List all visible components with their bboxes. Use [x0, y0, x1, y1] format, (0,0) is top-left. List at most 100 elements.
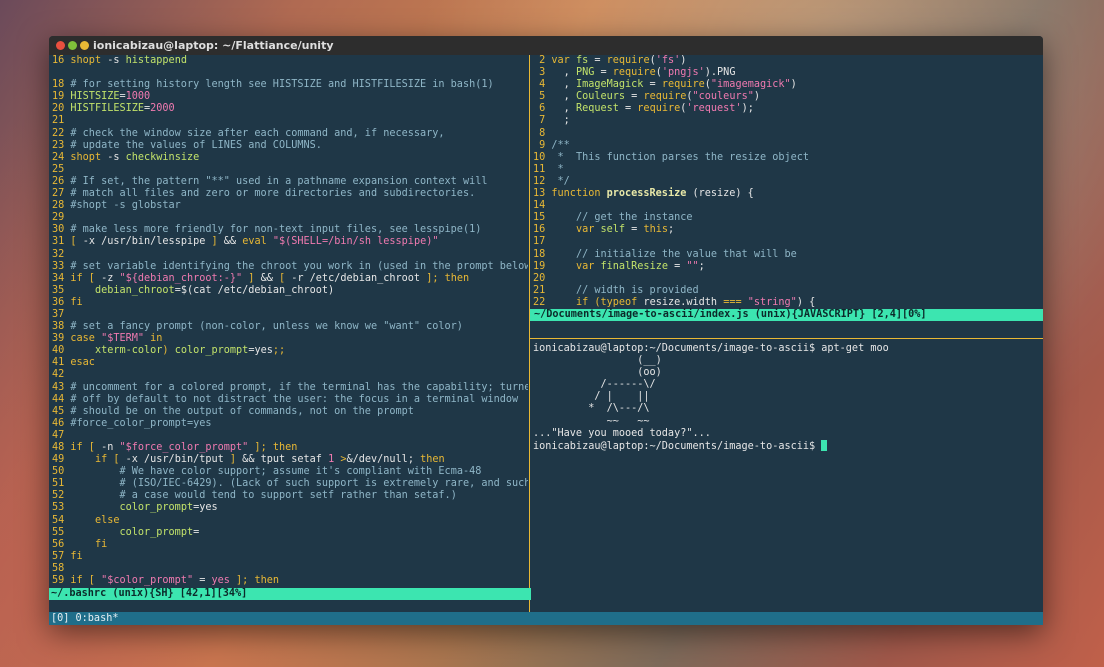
code-token: ]; then	[426, 272, 470, 284]
code-line: 43 # uncomment for a colored prompt, if …	[52, 382, 528, 394]
code-token: resize.width	[637, 296, 724, 308]
code-line: 25	[52, 164, 528, 176]
line-number: 30	[52, 224, 71, 236]
shell-output-line: ionicabizau@laptop:~/Documents/image-to-…	[533, 439, 1041, 452]
code-token: yes	[211, 575, 230, 587]
code-line: 19 var finalResize = "";	[533, 261, 1041, 273]
line-number: 18	[533, 248, 552, 260]
window-title: ionicabizau@laptop: ~/Flattiance/unity	[93, 39, 334, 52]
code-token: "couleurs"	[692, 91, 754, 103]
code-line: 2 var fs = require('fs')	[533, 55, 1041, 67]
js-editor-pane[interactable]: 2 var fs = require('fs') 3 , PNG = requi…	[533, 55, 1041, 328]
code-token: "$TERM"	[101, 333, 145, 345]
code-token: -r /etc/debian_chroot	[291, 272, 427, 284]
code-token: color_prompt	[119, 526, 194, 538]
code-token: &&	[254, 272, 279, 284]
code-token: var	[575, 260, 601, 272]
code-line: 38 # set a fancy prompt (non-color, unle…	[52, 321, 528, 333]
code-line: 13 function processResize (resize) {	[533, 188, 1041, 200]
code-token: ]; then	[248, 442, 298, 453]
code-token: Request	[575, 103, 619, 115]
code-token: # set a fancy prompt (non-color, unless …	[70, 321, 463, 333]
code-token: )	[753, 91, 760, 103]
code-line: 20	[533, 273, 1041, 285]
code-token: "${debian_chroot:-}"	[119, 272, 243, 284]
code-token: ]	[242, 272, 255, 284]
line-number: 3	[533, 67, 552, 79]
line-number: 39	[52, 333, 71, 345]
code-token: # should be on the output of commands, n…	[70, 405, 414, 417]
shell-pane[interactable]: ionicabizau@laptop:~/Documents/image-to-…	[533, 343, 1041, 463]
code-token: PNG	[575, 67, 595, 79]
shell-text: ionicabizau@laptop:~/Documents/image-to-…	[533, 343, 889, 354]
line-number: 54	[52, 514, 71, 526]
code-token: =	[625, 91, 644, 103]
minimize-icon[interactable]	[68, 41, 77, 50]
line-number: 10	[533, 151, 552, 163]
line-number: 14	[533, 200, 546, 212]
code-token: 'fs'	[655, 55, 681, 66]
code-token: xterm-color	[94, 345, 163, 357]
code-token: */	[551, 175, 570, 187]
code-line: 49 if [ -x /usr/bin/tput ] && tput setaf…	[52, 454, 528, 466]
code-line: 41 esac	[52, 357, 528, 369]
code-token: =	[193, 526, 200, 538]
line-number: 17	[533, 236, 546, 248]
code-token: case	[70, 333, 102, 345]
shell-text: ionicabizau@laptop:~/Documents/image-to-…	[533, 440, 822, 452]
line-number: 46	[52, 417, 71, 429]
code-token: 2000	[150, 103, 175, 115]
code-token: ,	[551, 67, 576, 79]
code-token: =yes	[193, 502, 218, 514]
line-number: 44	[52, 393, 71, 405]
code-token: eval	[242, 236, 267, 248]
code-line: 37	[52, 309, 528, 321]
code-token: -s	[101, 151, 126, 163]
shell-output-line: * /\---/\	[533, 403, 1041, 415]
shell-output-line: ..."Have you mooed today?"...	[533, 428, 1041, 440]
code-token: #shopt -s globstar	[70, 200, 181, 212]
code-token: processResize	[606, 188, 687, 200]
line-number: 25	[52, 163, 65, 175]
vertical-pane-separator[interactable]	[529, 55, 530, 612]
code-line: 30 # make less more friendly for non-tex…	[52, 224, 528, 236]
line-number: 2	[533, 55, 552, 66]
code-token: -s	[101, 55, 126, 66]
code-line: 21	[52, 115, 528, 127]
code-token: -x /usr/bin/lesspipe	[82, 236, 212, 248]
code-line: 4 , ImageMagick = require("imagemagick")	[533, 79, 1041, 91]
shell-text: * /\---/\	[533, 403, 650, 415]
code-line: 44 # off by default to not distract the …	[52, 394, 528, 406]
code-line: 34 if [ -z "${debian_chroot:-}" ] && [ -…	[52, 273, 528, 285]
code-token: # (ISO/IEC-6429). (Lack of such support …	[119, 478, 528, 490]
code-token: "$color_prompt"	[101, 575, 194, 587]
line-number: 22	[52, 127, 71, 139]
line-number: 58	[52, 562, 65, 574]
code-token: color_prompt	[174, 345, 249, 357]
horizontal-pane-separator[interactable]	[530, 338, 1043, 339]
line-number: 50	[52, 466, 71, 478]
code-token: color_prompt	[119, 502, 194, 514]
code-token: -x /usr/bin/tput	[125, 454, 230, 466]
shell-output-line: ~~ ~~	[533, 416, 1041, 428]
bashrc-editor-pane[interactable]: 16 shopt -s histappend 18 # for setting h…	[52, 55, 528, 588]
code-line: 7 ;	[533, 115, 1041, 127]
code-token: if [	[70, 575, 102, 587]
code-token: && tput setaf	[236, 454, 329, 466]
code-line: 23 # update the values of LINES and COLU…	[52, 140, 528, 152]
code-line: 6 , Request = require('request');	[533, 103, 1041, 115]
line-number: 37	[52, 308, 65, 320]
title-bar[interactable]: ionicabizau@laptop: ~/Flattiance/unity	[49, 36, 1043, 55]
terminal-window[interactable]: ionicabizau@laptop: ~/Flattiance/unity 1…	[49, 36, 1043, 625]
maximize-icon[interactable]	[80, 41, 89, 50]
code-token: self	[600, 224, 626, 236]
close-icon[interactable]	[56, 41, 65, 50]
code-token: // get the instance	[575, 212, 693, 224]
